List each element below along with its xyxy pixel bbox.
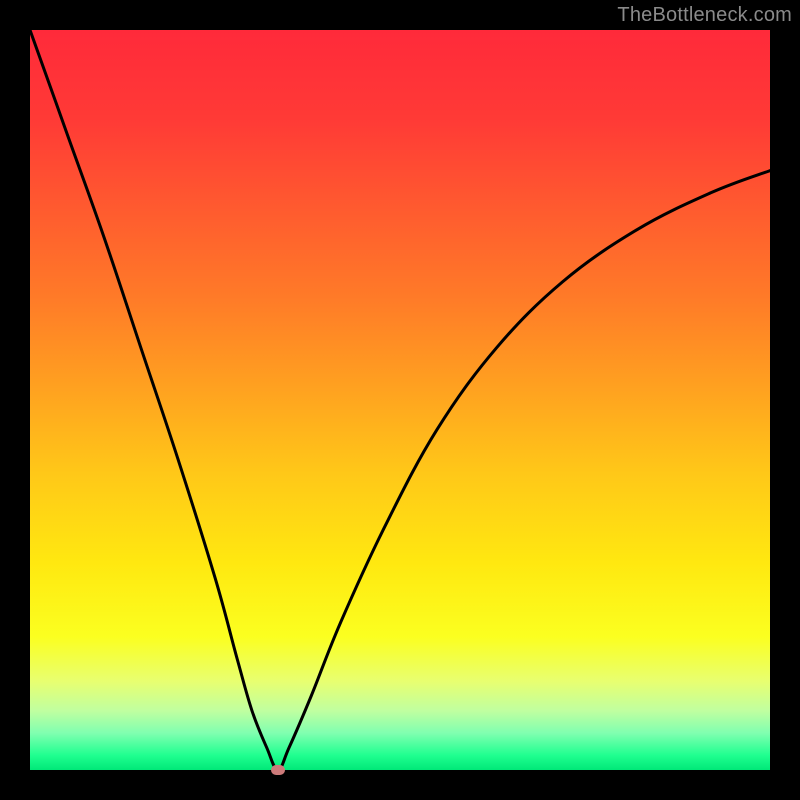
- curve-svg: [30, 30, 770, 770]
- chart-frame: TheBottleneck.com: [0, 0, 800, 800]
- bottleneck-curve: [30, 30, 770, 770]
- watermark-text: TheBottleneck.com: [617, 4, 792, 27]
- minimum-marker: [271, 765, 285, 775]
- plot-area: [30, 30, 770, 770]
